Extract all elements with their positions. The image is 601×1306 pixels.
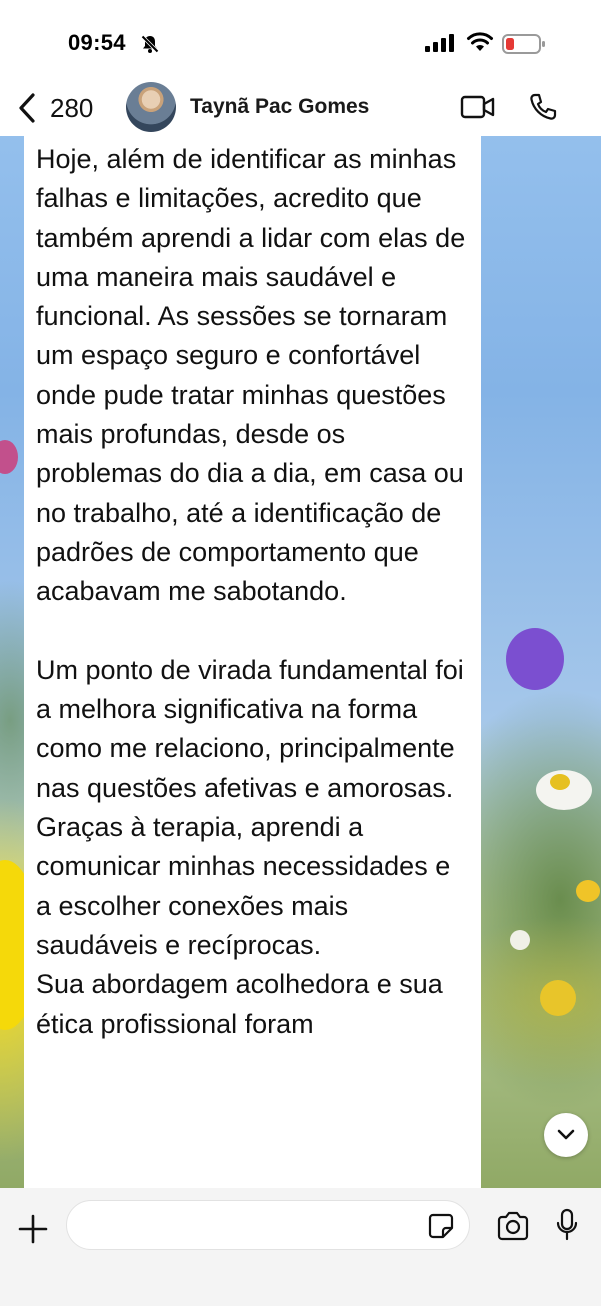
avatar[interactable] bbox=[126, 82, 176, 132]
camera-icon[interactable] bbox=[496, 1211, 530, 1241]
wallpaper-flower bbox=[550, 774, 570, 790]
chat-header: 280 Taynã Pac Gomes bbox=[0, 80, 601, 136]
scroll-down-button[interactable] bbox=[544, 1113, 588, 1157]
plus-icon[interactable] bbox=[16, 1212, 50, 1246]
wallpaper-flower bbox=[576, 880, 600, 902]
wallpaper-flower bbox=[540, 980, 576, 1016]
message-text: Hoje, além de identificar as minhas falh… bbox=[36, 144, 466, 1039]
wifi-icon bbox=[467, 32, 493, 51]
wallpaper-flower bbox=[0, 440, 18, 474]
status-time: 09:54 bbox=[68, 30, 126, 55]
battery-low-icon bbox=[502, 34, 545, 54]
bell-slash-icon bbox=[141, 35, 159, 53]
composer bbox=[0, 1188, 601, 1306]
message-input[interactable] bbox=[66, 1200, 470, 1250]
back-button[interactable]: 280 bbox=[16, 86, 112, 130]
message-bubble[interactable]: Hoje, além de identificar as minhas falh… bbox=[24, 136, 481, 1188]
chevron-left-icon bbox=[19, 93, 35, 123]
video-camera-icon[interactable] bbox=[460, 94, 496, 120]
microphone-icon[interactable] bbox=[556, 1208, 578, 1242]
wallpaper-flower bbox=[506, 628, 564, 690]
status-bar: 09:54 bbox=[0, 0, 601, 80]
phone-icon[interactable] bbox=[528, 92, 558, 122]
sticker-icon[interactable] bbox=[428, 1213, 454, 1239]
unread-count: 280 bbox=[50, 92, 94, 123]
contact-name[interactable]: Taynã Pac Gomes bbox=[190, 95, 369, 119]
wallpaper-flower bbox=[510, 930, 530, 950]
chevron-down-icon bbox=[557, 1129, 575, 1140]
cellular-signal-icon bbox=[425, 34, 454, 52]
